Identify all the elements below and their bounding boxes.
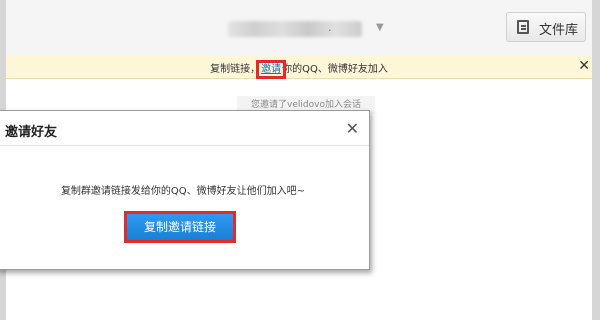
- invite-link[interactable]: 邀请: [256, 60, 287, 79]
- copy-invite-link-label: 复制邀请链接: [127, 214, 233, 240]
- close-icon[interactable]: ✕: [346, 119, 359, 138]
- dialog-message: 复制群邀请链接发给你的QQ、微博好友让他们加入吧~: [60, 186, 306, 197]
- file-library-button[interactable]: 文件库: [506, 12, 586, 42]
- notice-text-after: 你的QQ、微博好友加入: [282, 64, 388, 75]
- notice-text: 复制链接，邀请你的QQ、微博好友加入: [6, 60, 592, 79]
- invite-dialog: 邀请好友 ✕ 复制群邀请链接发给你的QQ、微博好友让他们加入吧~ 复制邀请链接: [0, 110, 370, 270]
- copy-invite-link-button[interactable]: 复制邀请链接: [124, 211, 236, 243]
- file-library-label: 文件库: [539, 23, 579, 38]
- close-icon[interactable]: ✕: [578, 58, 590, 74]
- blurred-title: [228, 21, 362, 37]
- caret-down-icon[interactable]: ▼: [376, 22, 384, 33]
- document-icon: [517, 20, 529, 34]
- conversation-title[interactable]: . ▼: [228, 21, 384, 39]
- notice-text-before: 复制链接，: [210, 64, 261, 75]
- chat-header: . ▼ 文件库: [6, 0, 592, 57]
- invite-notice-bar: 复制链接，邀请你的QQ、微博好友加入 ✕: [6, 56, 592, 79]
- dialog-divider: [0, 145, 369, 146]
- right-edge: [592, 0, 600, 320]
- title-suffix: .: [328, 21, 332, 34]
- dialog-title: 邀请好友: [5, 125, 58, 140]
